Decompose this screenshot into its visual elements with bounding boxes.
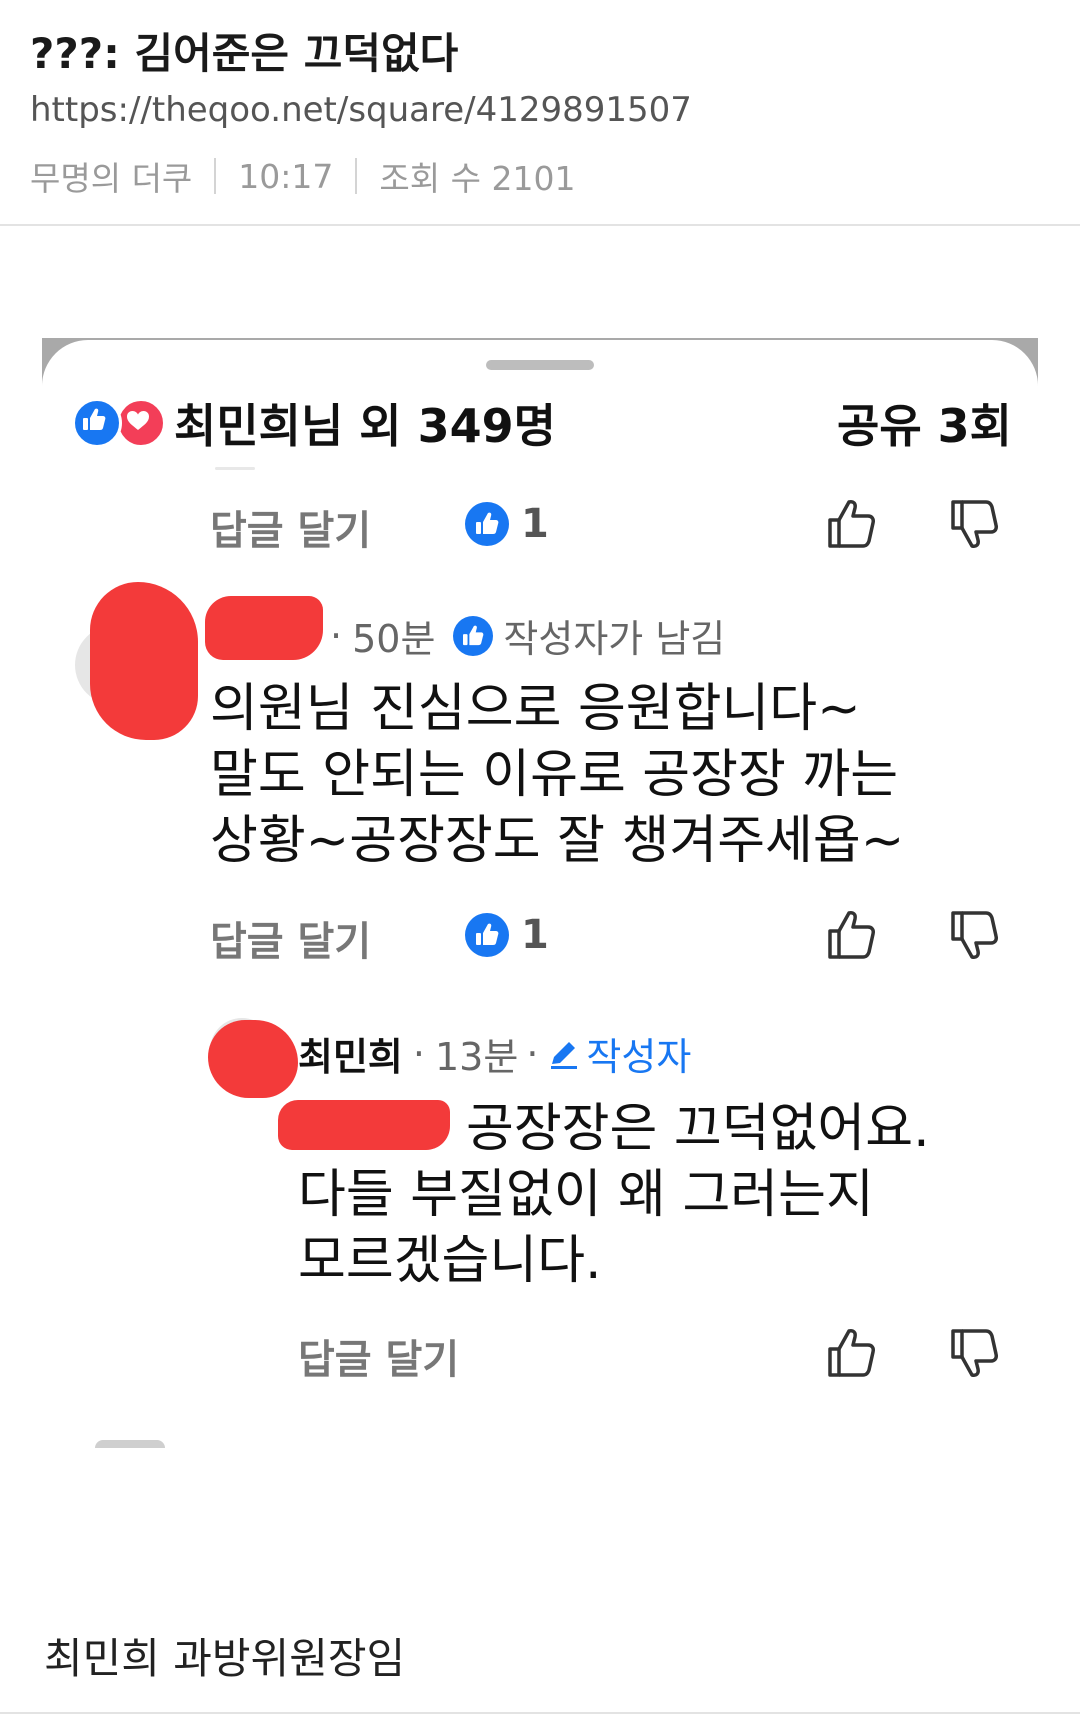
- comment-line: 상황~공장장도 잘 챙겨주세욥~: [210, 811, 905, 871]
- redacted-avatar: [90, 582, 198, 740]
- reaction-icons: [72, 398, 166, 448]
- comment-actions: 답글 달기 1: [210, 905, 1080, 965]
- reaction-summary[interactable]: 최민희님 외 349명: [174, 390, 556, 456]
- like-icon: [453, 615, 494, 656]
- post-title: ???: 김어준은 끄덕없다: [30, 29, 459, 78]
- reply-button[interactable]: 답글 달기: [210, 909, 371, 967]
- like-count: 1: [521, 912, 549, 958]
- post-url[interactable]: https://theqoo.net/square/4129891507: [30, 90, 692, 130]
- like-icon: [72, 398, 122, 448]
- love-icon: [116, 398, 166, 448]
- like-icon: [465, 502, 509, 546]
- commenter-name[interactable]: 최민희: [298, 1026, 403, 1081]
- comment-text: 공장장은 끄덕없어요. 다들 부질없이 왜 그러는지 모르겠습니다.: [298, 1096, 930, 1294]
- redacted-avatar: [208, 1020, 298, 1098]
- meta-divider: [214, 158, 217, 194]
- comment-header: · 50분 작성자가 남김: [330, 608, 725, 663]
- thumbs-down-icon[interactable]: [945, 494, 1005, 554]
- sheet-grab-handle[interactable]: [486, 360, 594, 370]
- avatar: [95, 1440, 165, 1448]
- comment-text: 의원님 진심으로 응원합니다~ 말도 안되는 이유로 공장장 까는 상황~공장장…: [210, 676, 904, 874]
- post-time: 10:17: [238, 156, 334, 196]
- pencil-icon: [551, 1041, 578, 1069]
- thumbs-up-icon[interactable]: [822, 1323, 882, 1383]
- post-views: 조회 수 2101: [379, 159, 576, 198]
- comment-line: 모르겠습니다.: [298, 1231, 602, 1291]
- comment-like-count: 1: [465, 494, 549, 554]
- share-count[interactable]: 공유 3회: [837, 390, 1012, 456]
- comment-header: 최민희 · 13분 · 작성자: [298, 1026, 691, 1081]
- reply-button[interactable]: 답글 달기: [298, 1327, 459, 1385]
- like-icon: [465, 913, 509, 957]
- post-meta: 무명의 더쿠 10:17 조회 수 2101: [30, 152, 575, 200]
- comment-line: 의원님 진심으로 응원합니다~: [210, 679, 861, 739]
- comment-time: 50분: [352, 617, 436, 661]
- author-liked-badge: 작성자가 남김: [503, 617, 726, 661]
- comment-line: 공장장은 끄덕없어요.: [466, 1099, 930, 1159]
- thumbs-down-icon[interactable]: [945, 1323, 1005, 1383]
- reply-button[interactable]: 답글 달기: [210, 498, 371, 556]
- thumbs-up-icon[interactable]: [822, 905, 882, 965]
- post-caption: 최민희 과방위원장임: [44, 1634, 406, 1683]
- comment-line: 다들 부질없이 왜 그러는지: [298, 1165, 874, 1225]
- post-author[interactable]: 무명의 더쿠: [30, 152, 192, 200]
- reaction-bar[interactable]: 최민희님 외 349명 공유 3회: [72, 390, 1012, 454]
- meta-divider: [355, 158, 358, 194]
- post-header: ???: 김어준은 끄덕없다 https://theqoo.net/square…: [0, 0, 1080, 226]
- divider: [215, 467, 255, 470]
- thumbs-down-icon[interactable]: [945, 905, 1005, 965]
- redacted-name: [205, 596, 323, 660]
- author-tag: 작성자: [546, 1026, 691, 1081]
- comment-actions: 답글 달기 1: [210, 494, 1080, 554]
- comment-time: 13분: [434, 1035, 519, 1079]
- comment-line: 말도 안되는 이유로 공장장 까는: [210, 745, 899, 805]
- thumbs-up-icon[interactable]: [822, 494, 882, 554]
- divider: [0, 1712, 1080, 1714]
- comment-like-count: 1: [465, 905, 549, 965]
- comment-actions: 답글 달기: [298, 1323, 1080, 1383]
- like-count: 1: [521, 501, 549, 547]
- author-tag-label: 작성자: [586, 1035, 692, 1079]
